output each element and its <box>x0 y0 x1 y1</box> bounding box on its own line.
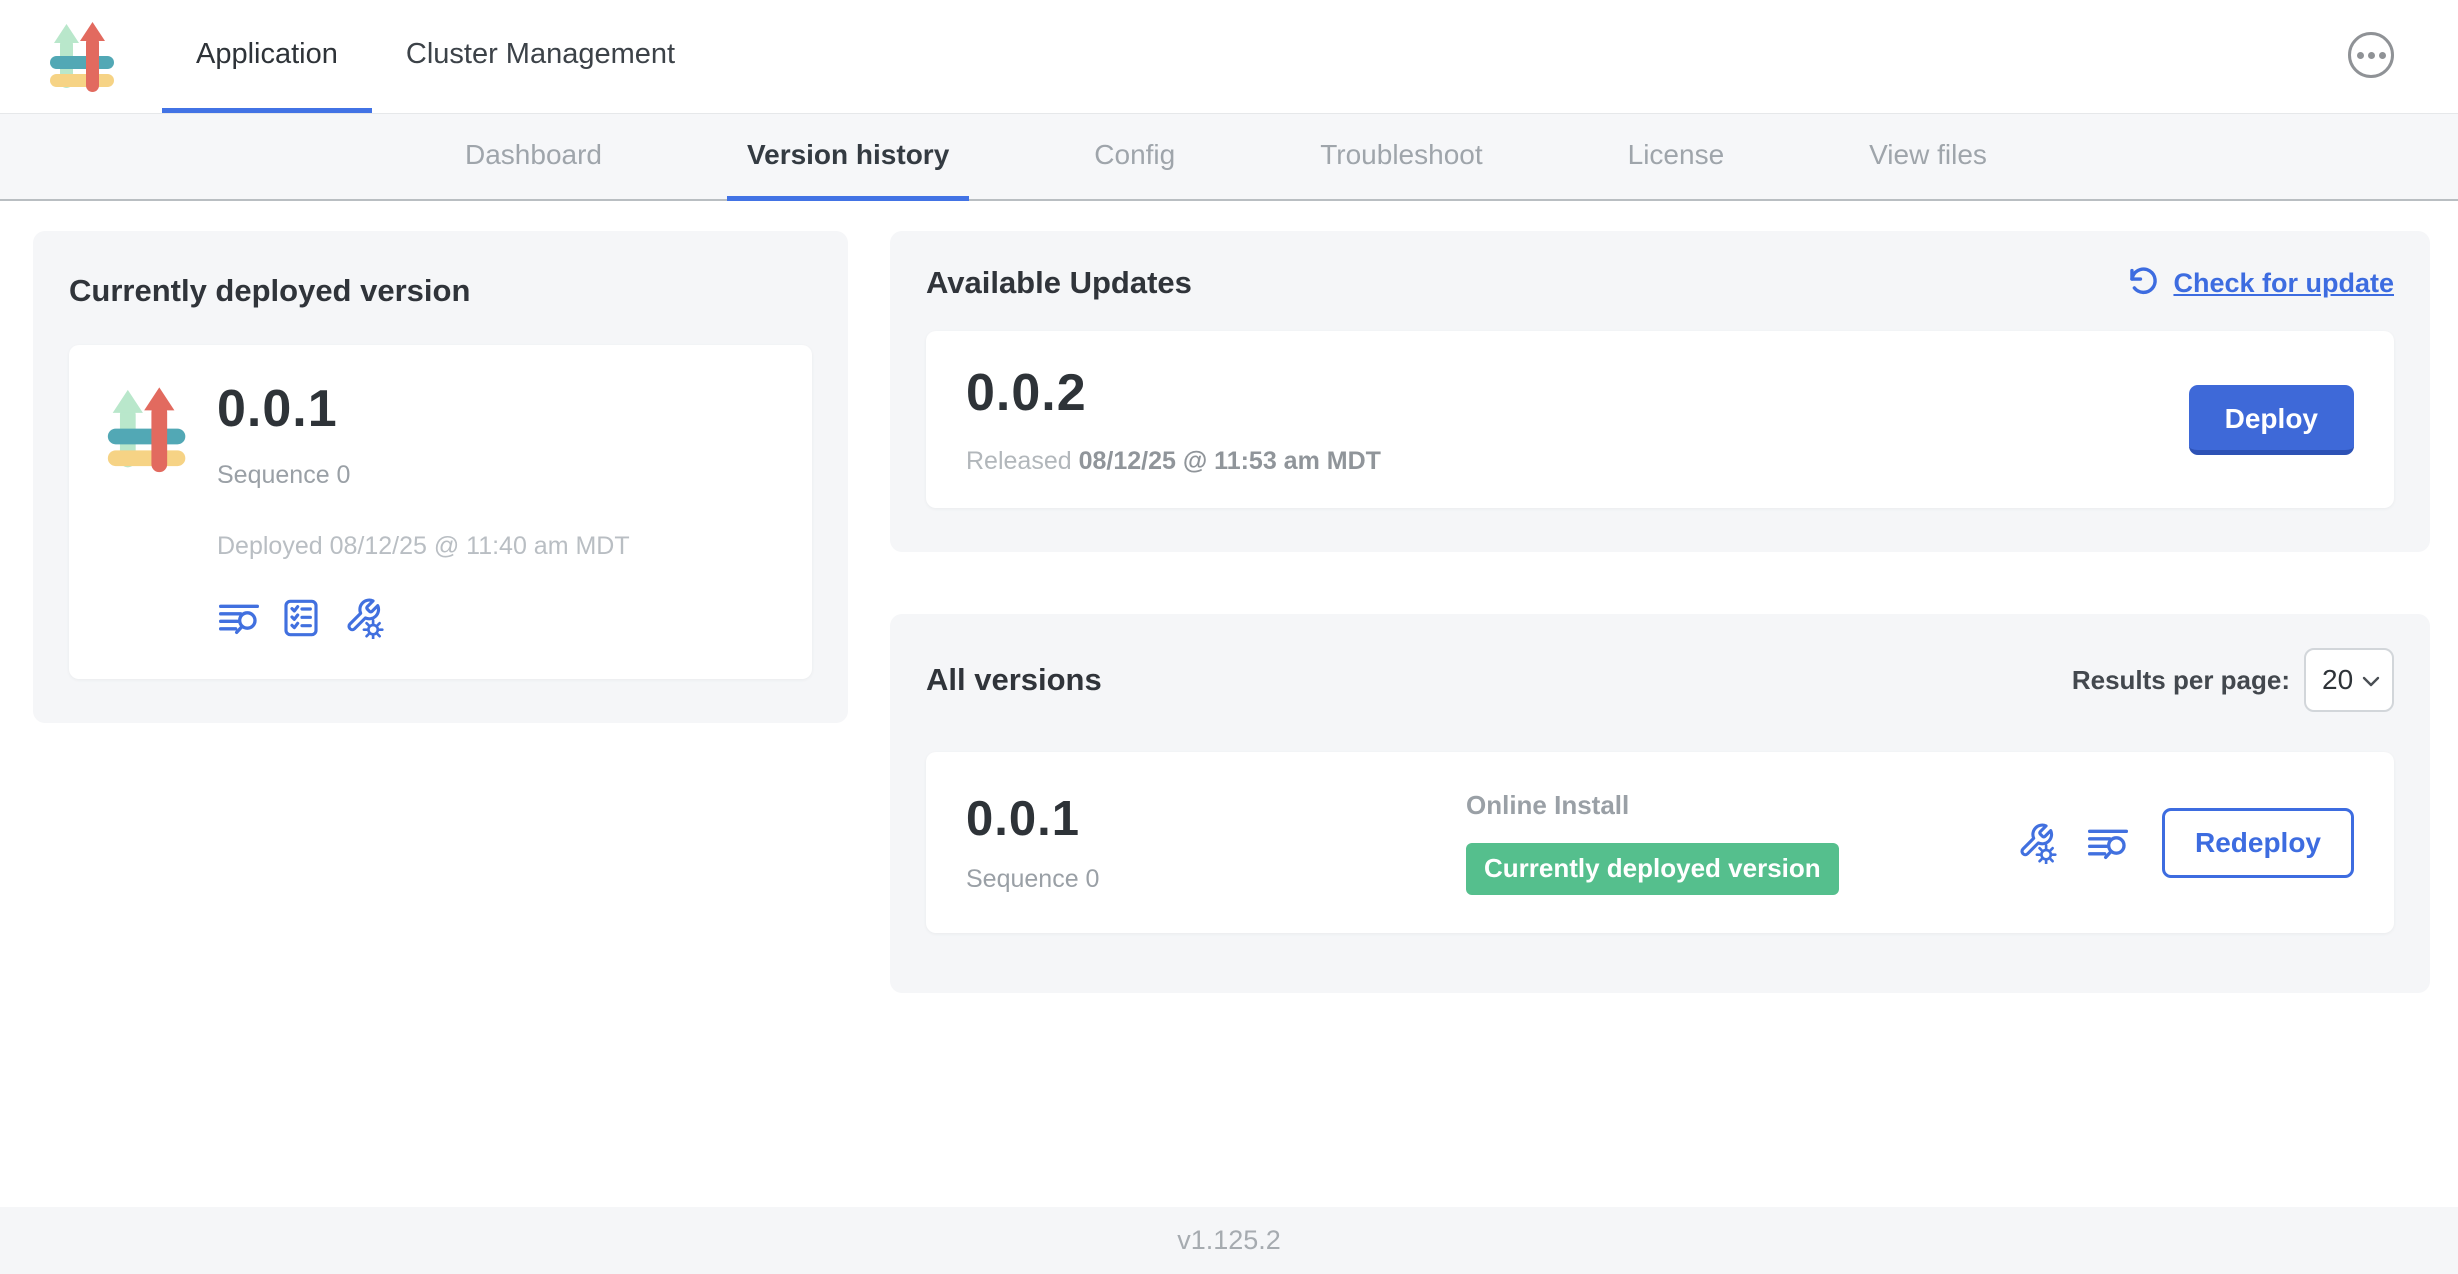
deployed-column: Currently deployed version <box>33 231 848 723</box>
row-version-number: 0.0.1 <box>966 791 1466 847</box>
version-row: 0.0.1 Sequence 0 Online Install Currentl… <box>926 752 2394 933</box>
tab-view-files[interactable]: View files <box>1849 114 2007 201</box>
tab-troubleshoot-label: Troubleshoot <box>1320 139 1482 171</box>
edit-config-icon[interactable] <box>2014 822 2058 864</box>
deployed-panel: Currently deployed version <box>33 231 848 723</box>
check-for-update-link[interactable]: Check for update <box>2127 266 2394 300</box>
deploy-button[interactable]: Deploy <box>2189 385 2354 455</box>
version-row-actions: Redeploy <box>2014 808 2354 878</box>
tab-cluster-management[interactable]: Cluster Management <box>372 0 709 113</box>
available-updates-title: Available Updates <box>926 265 1192 301</box>
tab-cluster-management-label: Cluster Management <box>406 38 675 71</box>
tab-license-label: License <box>1628 139 1725 171</box>
dots-menu-icon[interactable] <box>2348 32 2394 78</box>
currently-deployed-badge: Currently deployed version <box>1466 843 1839 895</box>
update-version-number: 0.0.2 <box>966 363 1381 423</box>
version-row-info: 0.0.1 Sequence 0 <box>966 791 1466 894</box>
results-per-page: Results per page: 20 <box>2072 648 2394 712</box>
tab-troubleshoot[interactable]: Troubleshoot <box>1300 114 1502 201</box>
results-per-page-label: Results per page: <box>2072 665 2290 696</box>
refresh-icon <box>2127 266 2161 300</box>
install-type: Online Install <box>1466 790 2014 821</box>
main-content: Currently deployed version <box>0 201 2458 1147</box>
tab-version-history-label: Version history <box>747 139 949 171</box>
page: Application Cluster Management Dashboard… <box>0 0 2458 1274</box>
header-spacer <box>709 0 2348 113</box>
results-per-page-select[interactable]: 20 <box>2304 648 2394 712</box>
all-versions-title: All versions <box>926 662 1102 698</box>
tab-config-label: Config <box>1094 139 1175 171</box>
chevron-down-icon <box>2360 674 2382 690</box>
tab-application-label: Application <box>196 38 338 71</box>
right-column: Available Updates Check for update <box>890 231 2430 993</box>
update-released-line: Released 08/12/25 @ 11:53 am MDT <box>966 447 1381 476</box>
deployed-version-info: 0.0.1 Sequence 0 Deployed 08/12/25 @ 11:… <box>217 379 630 639</box>
results-per-page-value: 20 <box>2322 664 2353 696</box>
released-date: 08/12/25 @ 11:53 am MDT <box>1079 447 1381 475</box>
app-header: Application Cluster Management <box>0 0 2458 114</box>
available-updates-panel: Available Updates Check for update <box>890 231 2430 552</box>
console-version: v1.125.2 <box>1177 1225 1281 1256</box>
deployed-actions <box>217 597 630 639</box>
available-updates-head: Available Updates Check for update <box>926 265 2394 301</box>
check-for-update-label: Check for update <box>2173 268 2394 299</box>
tab-version-history[interactable]: Version history <box>727 114 969 201</box>
all-versions-head: All versions Results per page: 20 <box>926 648 2394 712</box>
tab-dashboard-label: Dashboard <box>465 139 602 171</box>
redeploy-button[interactable]: Redeploy <box>2162 808 2354 878</box>
update-card: 0.0.2 Released 08/12/25 @ 11:53 am MDT D… <box>926 331 2394 508</box>
tab-config[interactable]: Config <box>1074 114 1195 201</box>
header-tabs: Application Cluster Management <box>162 0 709 113</box>
subnav: Dashboard Version history Config Trouble… <box>0 114 2458 201</box>
tab-application[interactable]: Application <box>162 0 372 113</box>
tab-dashboard[interactable]: Dashboard <box>445 114 622 201</box>
update-info: 0.0.2 Released 08/12/25 @ 11:53 am MDT <box>966 363 1381 476</box>
edit-config-icon[interactable] <box>341 597 385 639</box>
app-logo-arrows-icon <box>46 20 122 96</box>
deployed-sequence: Sequence 0 <box>217 461 630 490</box>
deployed-date: Deployed 08/12/25 @ 11:40 am MDT <box>217 532 630 561</box>
app-logo-arrows-icon <box>103 385 195 477</box>
deployed-panel-title: Currently deployed version <box>69 273 812 309</box>
tab-view-files-label: View files <box>1869 139 1987 171</box>
preflight-checks-icon[interactable] <box>281 598 321 638</box>
row-sequence: Sequence 0 <box>966 865 1466 894</box>
version-row-status: Online Install Currently deployed versio… <box>1466 790 2014 895</box>
all-versions-panel: All versions Results per page: 20 0.0 <box>890 614 2430 993</box>
deployed-version-card: 0.0.1 Sequence 0 Deployed 08/12/25 @ 11:… <box>69 345 812 679</box>
deployed-version-number: 0.0.1 <box>217 379 630 439</box>
release-notes-diff-icon[interactable] <box>2086 823 2130 863</box>
released-label: Released <box>966 447 1072 475</box>
footer: v1.125.2 <box>0 1207 2458 1274</box>
tab-license[interactable]: License <box>1608 114 1745 201</box>
release-notes-diff-icon[interactable] <box>217 598 261 638</box>
